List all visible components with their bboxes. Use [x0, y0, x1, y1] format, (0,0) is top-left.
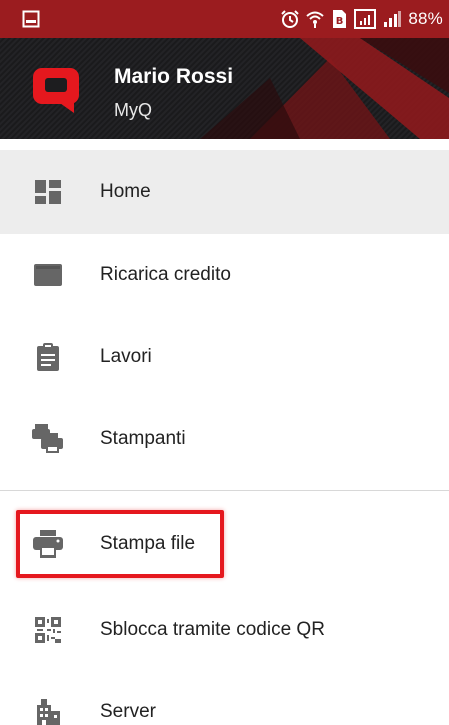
- menu-item-home[interactable]: Home: [0, 150, 449, 234]
- status-bar: B 88%: [0, 0, 449, 38]
- menu-item-label: Home: [100, 181, 151, 202]
- printers-icon: [32, 423, 64, 455]
- alarm-icon: [280, 9, 300, 29]
- myq-logo: [33, 68, 79, 113]
- user-name: Mario Rossi: [114, 65, 234, 88]
- sim-icon: B: [330, 9, 348, 29]
- highlight-annotation: [16, 510, 224, 578]
- menu-item-label: Server: [100, 701, 156, 722]
- clipboard-icon: [32, 341, 64, 373]
- menu-item-ricarica-credito[interactable]: Ricarica credito: [0, 234, 449, 316]
- menu-item-lavori[interactable]: Lavori: [0, 316, 449, 398]
- drawer-header: Mario Rossi MyQ: [0, 38, 449, 139]
- dashboard-icon: [32, 176, 64, 208]
- signal-icon: [382, 9, 402, 29]
- menu-divider: [0, 490, 449, 491]
- credit-card-icon: [32, 259, 64, 291]
- menu-item-stampanti[interactable]: Stampanti: [0, 398, 449, 480]
- building-icon: [32, 696, 64, 725]
- image-icon: [22, 10, 40, 28]
- signal-icon: [354, 9, 377, 29]
- menu-item-label: Lavori: [100, 346, 152, 367]
- app-name: MyQ: [114, 100, 152, 120]
- status-right: B 88%: [280, 9, 443, 29]
- menu-item-sblocca-qr[interactable]: Sblocca tramite codice QR: [0, 589, 449, 671]
- menu-item-label: Ricarica credito: [100, 264, 231, 285]
- qr-code-icon: [32, 614, 64, 646]
- wifi-icon: [306, 9, 325, 29]
- menu-item-label: Sblocca tramite codice QR: [100, 619, 325, 640]
- menu-item-server[interactable]: Server: [0, 671, 449, 725]
- status-left: [22, 10, 40, 28]
- svg-text:B: B: [336, 16, 344, 27]
- battery-level: 88%: [408, 9, 443, 28]
- app-screen: B 88% Mario Rossi MyQ Home Ricarica cred…: [0, 0, 449, 725]
- menu-item-label: Stampanti: [100, 428, 186, 449]
